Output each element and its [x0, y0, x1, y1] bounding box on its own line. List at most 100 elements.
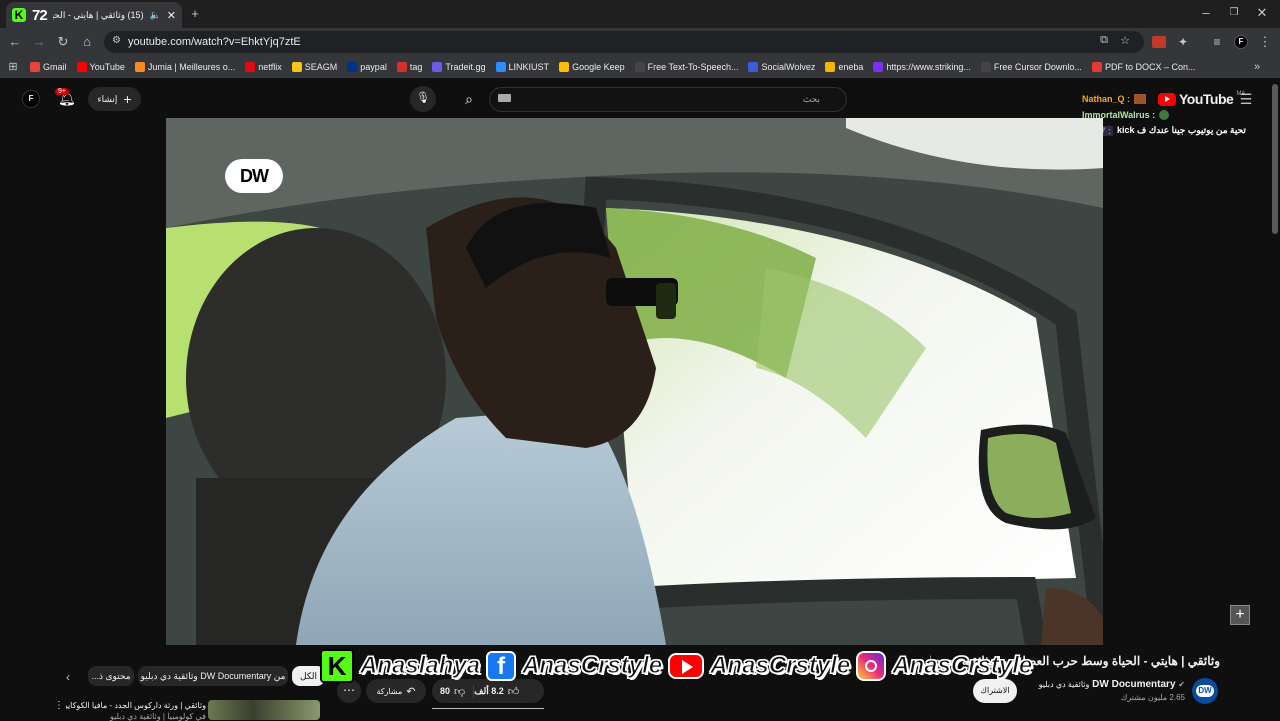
bookmark-item[interactable]: Gmail — [30, 61, 67, 72]
address-bar[interactable]: ⚙ youtube.com/watch?v=EhktYjq7ztE ⧉ ☆ — [104, 31, 1144, 53]
browser-menu-icon[interactable]: ⋮ — [1258, 32, 1272, 52]
kick-handle: Anaslahya — [359, 652, 481, 680]
like-icon: 👍︎ — [507, 685, 520, 698]
bookmark-item[interactable]: YouTube — [76, 61, 125, 72]
bookmark-item[interactable]: Free Text-To-Speech... — [634, 61, 738, 72]
back-icon[interactable]: ← — [6, 32, 24, 52]
bookmark-favicon-icon — [245, 61, 256, 72]
recommendation-thumbnail[interactable] — [208, 700, 320, 720]
minimize-icon[interactable]: – — [1196, 3, 1216, 23]
kick-logo-icon: K — [320, 649, 354, 683]
chat-username: Nathan_Q : — [1082, 94, 1131, 104]
bookmark-item[interactable]: Tradeit.gg — [432, 61, 486, 72]
chips-scroll-left-icon[interactable]: ‹ — [60, 667, 76, 687]
chip-from-channel-label: من DW Documentary وثائقية دي دبليو — [140, 670, 286, 681]
tab-title: (15) وثائقي | هايتي - الحياة — [52, 9, 144, 20]
youtube-play-icon — [1158, 92, 1176, 106]
chat-message: Nathan_Q : — [1082, 94, 1147, 104]
guide-menu-icon[interactable]: ☰ — [1236, 89, 1256, 109]
bookmark-item[interactable]: Free Cursor Downlo... — [980, 61, 1082, 72]
channel-name-en: DW Documentary — [1092, 679, 1176, 690]
forward-icon[interactable]: → — [30, 32, 48, 52]
bookmark-favicon-icon — [396, 61, 407, 72]
recommendation-title: وثائقي | ورثة داركوس الجدد - مافيا الكوك… — [66, 701, 206, 710]
bookmark-item[interactable]: SocialWolvez — [748, 61, 816, 72]
install-icon[interactable]: ⧉ — [1100, 34, 1108, 47]
bookmark-favicon-icon — [825, 61, 836, 72]
speaker-icon[interactable]: 🔈 — [150, 10, 161, 21]
voice-search-button[interactable]: 🎙︎ — [410, 86, 436, 112]
bookmark-item[interactable]: PDF to DOCX – Con... — [1091, 61, 1195, 72]
bookmark-item[interactable]: LINKIUST — [495, 61, 549, 72]
bookmark-item[interactable]: tag — [396, 61, 422, 72]
bookmark-star-icon[interactable]: ☆ — [1120, 34, 1130, 47]
like-button[interactable]: 👍︎ 8.2 ألف — [473, 684, 544, 698]
bookmark-item[interactable]: paypal — [347, 61, 387, 72]
chip-related-label: محتوى ذ... — [91, 670, 131, 681]
bookmark-item[interactable]: netflix — [245, 61, 282, 72]
notifications-button[interactable]: 🔔︎ 9+ — [55, 88, 78, 110]
chip-related[interactable]: محتوى ذ... — [88, 666, 134, 686]
instagram-logo-icon — [856, 651, 887, 681]
youtube-logo-text: YouTube — [1179, 91, 1234, 107]
maximize-icon[interactable]: ❐ — [1224, 3, 1244, 23]
chip-from-channel[interactable]: من DW Documentary وثائقية دي دبليو — [138, 666, 288, 686]
apps-grid-icon[interactable]: ⊞ — [6, 57, 20, 77]
subscriber-count: 2.65 مليون مشترك — [1120, 693, 1185, 702]
dislike-count: 80 — [440, 686, 451, 696]
recommendation-menu-icon[interactable]: ⋮ — [54, 700, 64, 711]
account-avatar[interactable]: F — [22, 90, 40, 108]
search-button[interactable]: ⌕ — [449, 87, 489, 112]
search-input[interactable]: بحث — [489, 87, 847, 112]
bookmarks-overflow-icon[interactable]: » — [1250, 57, 1264, 77]
site-info-icon[interactable]: ⚙ — [112, 35, 121, 46]
youtube-handle: AnasCrstyle — [710, 652, 851, 680]
bookmark-favicon-icon — [347, 61, 358, 72]
bookmark-item[interactable]: Jumia | Meilleures o... — [134, 61, 235, 72]
home-icon[interactable]: ⌂ — [78, 32, 96, 52]
extension-icon[interactable] — [1152, 36, 1166, 48]
subscribe-label: الاشتراك — [980, 686, 1010, 695]
dw-logo: DW — [225, 159, 283, 193]
reload-icon[interactable]: ↻ — [54, 32, 72, 52]
bookmark-label: Google Keep — [572, 61, 625, 72]
add-button[interactable]: + — [1230, 605, 1250, 625]
bookmark-item[interactable]: https://www.striking... — [873, 61, 971, 72]
more-horizontal-icon: ⋯ — [343, 683, 355, 697]
dislike-icon: 👎︎ — [454, 685, 466, 698]
window-close-icon[interactable]: ✕ — [1252, 3, 1272, 23]
channel-avatar[interactable]: DW — [1192, 678, 1218, 704]
bookmark-favicon-icon — [559, 61, 570, 72]
bookmark-label: Free Cursor Downlo... — [993, 61, 1082, 72]
url-text: youtube.com/watch?v=EhktYjq7ztE — [128, 36, 301, 48]
tab-badge: 72 — [32, 6, 48, 24]
progress-underline — [432, 708, 544, 709]
bookmark-favicon-icon — [30, 61, 40, 72]
youtube-logo[interactable]: YouTube MA — [1158, 91, 1245, 107]
new-tab-icon[interactable]: + — [186, 4, 204, 24]
verified-icon: ✔ — [1178, 680, 1185, 689]
video-player[interactable]: DW — [166, 118, 1103, 645]
bookmark-label: Gmail — [43, 61, 67, 72]
channel-name[interactable]: وثائقية دي دبليو DW Documentary ✔ — [1020, 679, 1185, 690]
like-count: 8.2 ألف — [474, 685, 504, 696]
kick-favicon-icon: K — [12, 8, 26, 22]
bookmark-item[interactable]: Google Keep — [559, 61, 625, 72]
browser-tab[interactable]: K 72 (15) وثائقي | هايتي - الحياة 🔈 ✕ — [6, 2, 182, 28]
bookmark-favicon-icon — [634, 61, 645, 72]
dw-logo-text: DW — [240, 165, 269, 186]
keyboard-icon[interactable] — [498, 94, 511, 102]
scrollbar[interactable] — [1272, 84, 1278, 234]
recommendation-item[interactable]: ⋮ وثائقي | ورثة داركوس الجدد - مافيا الك… — [50, 700, 322, 721]
bookmark-label: SocialWolvez — [761, 61, 816, 72]
dislike-button[interactable]: 80 👎︎ — [432, 685, 473, 698]
instagram-handle: AnasCrstyle — [892, 652, 1033, 680]
extensions-puzzle-icon[interactable]: ✦ — [1174, 32, 1192, 52]
bookmark-item[interactable]: SEAGM — [291, 61, 337, 72]
subscribe-button[interactable]: الاشتراك — [973, 679, 1017, 703]
tab-close-icon[interactable]: ✕ — [167, 9, 176, 22]
profile-avatar[interactable]: F — [1234, 35, 1248, 49]
media-control-icon[interactable]: ≡ — [1208, 32, 1226, 52]
bookmark-item[interactable]: eneba — [825, 61, 863, 72]
create-button[interactable]: إنشاء + — [88, 87, 141, 111]
